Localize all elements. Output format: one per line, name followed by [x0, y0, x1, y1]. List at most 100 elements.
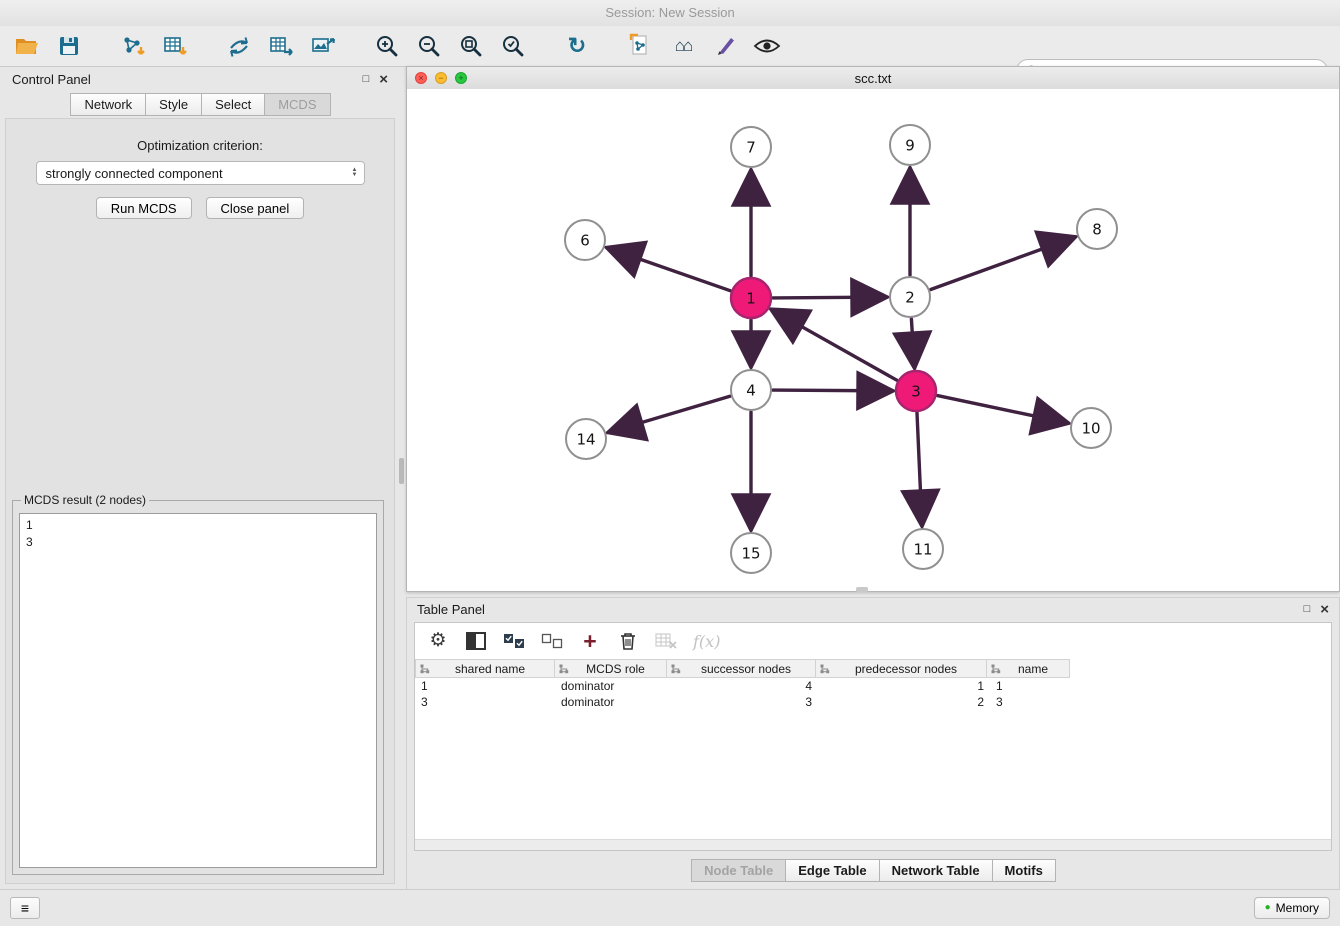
- select-all-button[interactable]: [503, 628, 525, 654]
- table-panel-header: Table Panel □ ×: [407, 598, 1339, 620]
- column-header-label: successor nodes: [681, 662, 811, 676]
- mcds-result-title: MCDS result (2 nodes): [21, 493, 149, 507]
- mcds-result-text[interactable]: 13: [19, 513, 377, 868]
- import-table-icon: [162, 34, 188, 58]
- home-button[interactable]: ⌂⌂: [668, 31, 698, 61]
- table-cell: 3: [990, 695, 1074, 709]
- run-mcds-button[interactable]: Run MCDS: [96, 197, 192, 219]
- network-canvas-svg[interactable]: 7968124314101511: [407, 89, 1339, 589]
- tab-network-table[interactable]: Network Table: [879, 859, 993, 882]
- column-visibility-button[interactable]: [465, 628, 487, 654]
- snapshot-button[interactable]: [626, 31, 656, 61]
- apply-layout-button[interactable]: [224, 31, 254, 61]
- graph-edge-1-6[interactable]: [607, 248, 731, 291]
- deselect-all-button[interactable]: [541, 628, 563, 654]
- graph-edge-4-14[interactable]: [608, 396, 730, 432]
- column-header-shared-name[interactable]: shared name: [415, 659, 555, 678]
- tab-mcds[interactable]: MCDS: [264, 93, 330, 116]
- trash-icon: [619, 631, 637, 651]
- zoom-fit-button[interactable]: [456, 31, 486, 61]
- table-toolbar: ⚙: [415, 623, 1331, 659]
- table-panel-title: Table Panel: [417, 602, 485, 617]
- open-session-button[interactable]: [12, 31, 42, 61]
- delete-column-button[interactable]: [617, 628, 639, 654]
- control-panel-header: Control Panel □ ×: [0, 66, 400, 92]
- optimization-criterion-select[interactable]: strongly connected component ▲▼: [36, 161, 365, 185]
- menu-icon: ≡: [21, 900, 29, 916]
- export-table-button[interactable]: [266, 31, 296, 61]
- table-horizontal-scrollbar[interactable]: [415, 839, 1331, 850]
- visibility-button[interactable]: [752, 31, 782, 61]
- column-header-mcds-role[interactable]: MCDS role: [554, 659, 667, 678]
- tab-edge-table[interactable]: Edge Table: [785, 859, 879, 882]
- graph-edge-4-3[interactable]: [773, 390, 893, 391]
- tab-motifs[interactable]: Motifs: [992, 859, 1056, 882]
- export-image-button[interactable]: [308, 31, 338, 61]
- graph-edge-1-2[interactable]: [773, 297, 887, 298]
- window-minimize-icon[interactable]: −: [435, 72, 447, 84]
- import-network-button[interactable]: [118, 31, 148, 61]
- zoom-selected-icon: [500, 33, 526, 59]
- tab-node-table[interactable]: Node Table: [691, 859, 786, 882]
- chevron-up-down-icon: ▲▼: [352, 168, 358, 178]
- window-close-icon[interactable]: ×: [415, 72, 427, 84]
- zoom-selected-button[interactable]: [498, 31, 528, 61]
- graph-node-label: 9: [905, 136, 915, 154]
- table-cell: dominator: [555, 695, 668, 709]
- graph-node-label: 11: [913, 540, 932, 558]
- save-disk-icon: [57, 34, 81, 58]
- zoom-fit-icon: [458, 33, 484, 59]
- graph-edge-3-11[interactable]: [917, 413, 922, 526]
- close-table-panel-icon[interactable]: ×: [1320, 602, 1329, 617]
- columns-icon: [466, 632, 486, 650]
- memory-button[interactable]: ● Memory: [1254, 897, 1330, 919]
- float-panel-icon[interactable]: □: [363, 74, 370, 85]
- graph-edge-2-8[interactable]: [931, 237, 1076, 290]
- import-table-button[interactable]: [160, 31, 190, 61]
- sort-tree-icon: [991, 664, 1001, 674]
- splitter-horizontal-grip[interactable]: [856, 587, 868, 592]
- window-title: Session: New Session: [605, 5, 734, 20]
- style-button[interactable]: [710, 31, 740, 61]
- graph-node-label: 6: [580, 231, 590, 249]
- graph-node-label: 8: [1092, 220, 1102, 238]
- table-cell: 3: [415, 695, 555, 709]
- table-tabs: Node TableEdge TableNetwork TableMotifs: [407, 859, 1339, 882]
- add-column-button[interactable]: +: [579, 628, 601, 654]
- zoom-in-button[interactable]: [372, 31, 402, 61]
- network-window-titlebar[interactable]: scc.txt × − +: [407, 67, 1339, 90]
- tab-network[interactable]: Network: [70, 93, 146, 116]
- curved-arrows-icon: [226, 34, 252, 58]
- table-cell: 1: [415, 679, 555, 693]
- table-row[interactable]: 3dominator323: [415, 694, 1331, 710]
- memory-status-dot: ●: [1265, 903, 1271, 913]
- graph-edge-2-3[interactable]: [911, 319, 914, 368]
- save-session-button[interactable]: [54, 31, 84, 61]
- tab-style[interactable]: Style: [145, 93, 202, 116]
- tab-select[interactable]: Select: [201, 93, 265, 116]
- window-zoom-icon[interactable]: +: [455, 72, 467, 84]
- float-table-panel-icon[interactable]: □: [1304, 604, 1311, 615]
- graph-edge-3-10[interactable]: [938, 396, 1069, 424]
- network-window-title: scc.txt: [407, 71, 1339, 86]
- network-canvas[interactable]: 7968124314101511: [407, 89, 1339, 591]
- column-header-name[interactable]: name: [986, 659, 1070, 678]
- column-header-successor-nodes[interactable]: successor nodes: [666, 659, 816, 678]
- splitter-vertical-grip[interactable]: [399, 458, 404, 484]
- function-builder-button[interactable]: f(x): [693, 628, 720, 654]
- close-panel-button[interactable]: Close panel: [206, 197, 305, 219]
- zoom-out-button[interactable]: [414, 31, 444, 61]
- table-row[interactable]: 1dominator411: [415, 678, 1331, 694]
- column-header-predecessor-nodes[interactable]: predecessor nodes: [815, 659, 987, 678]
- table-settings-button[interactable]: ⚙: [427, 628, 449, 654]
- network-view-window: scc.txt × − + 7968124314101511: [406, 66, 1340, 592]
- mcds-panel: Optimization criterion: strongly connect…: [5, 118, 395, 884]
- graph-edge-3-1[interactable]: [771, 309, 897, 380]
- refresh-button[interactable]: ↻: [562, 31, 592, 61]
- zoom-in-icon: [374, 33, 400, 59]
- task-history-button[interactable]: ≡: [10, 897, 40, 919]
- delete-table-button[interactable]: [655, 628, 677, 654]
- node-table-area: ⚙: [414, 622, 1332, 851]
- close-panel-icon[interactable]: ×: [379, 72, 388, 87]
- table-panel: Table Panel □ × ⚙: [406, 597, 1340, 890]
